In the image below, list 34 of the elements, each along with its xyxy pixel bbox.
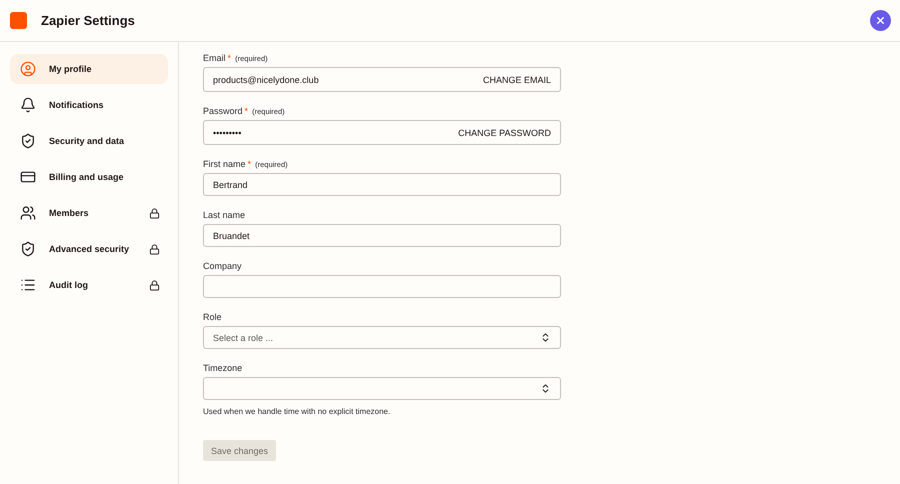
field-label: Last name xyxy=(203,210,246,220)
input-field[interactable]: Bertrand xyxy=(203,173,561,196)
credit-card-icon xyxy=(20,169,36,185)
shield-check-icon xyxy=(20,241,36,257)
help-text: Used when we handle time with no explicit timezone. xyxy=(203,407,392,416)
sidebar-item[interactable]: Security and data xyxy=(10,126,168,156)
sidebar-item[interactable]: Audit log xyxy=(10,270,168,300)
users-icon xyxy=(20,205,36,221)
select-field[interactable]: Select a role ... xyxy=(203,326,561,349)
sidebar-item[interactable]: Notifications xyxy=(10,90,168,120)
chevrons-icon xyxy=(540,332,551,343)
close-button[interactable] xyxy=(870,10,891,31)
sidebar-item[interactable]: Members xyxy=(10,198,168,228)
sidebar-item[interactable]: My profile xyxy=(10,54,168,84)
sidebar-item[interactable]: Billing and usage xyxy=(10,162,168,192)
list-icon xyxy=(20,277,36,293)
sidebar-item[interactable]: Advanced security xyxy=(10,234,168,264)
field-label: Role xyxy=(203,312,223,322)
change-link[interactable]: CHANGE PASSWORD xyxy=(458,128,551,138)
change-link[interactable]: CHANGE EMAIL xyxy=(482,74,551,84)
input-field[interactable]: products@nicelydone.club CHANGE EMAIL xyxy=(203,67,561,92)
shield-check-icon xyxy=(20,133,36,149)
field-label: Timezone xyxy=(203,363,244,373)
input-field[interactable]: Bruandet xyxy=(203,224,561,247)
select-field[interactable] xyxy=(203,377,561,400)
user-circle-icon xyxy=(20,61,36,77)
field-label: Company xyxy=(203,261,243,271)
input-field[interactable]: ••••••••• CHANGE PASSWORD xyxy=(203,120,561,145)
input-field[interactable] xyxy=(203,275,561,298)
logo-icon xyxy=(10,12,27,29)
close-icon xyxy=(875,15,886,26)
bell-icon xyxy=(20,97,36,113)
window-title: Zapier Settings xyxy=(41,13,136,28)
chevrons-icon xyxy=(540,383,551,394)
